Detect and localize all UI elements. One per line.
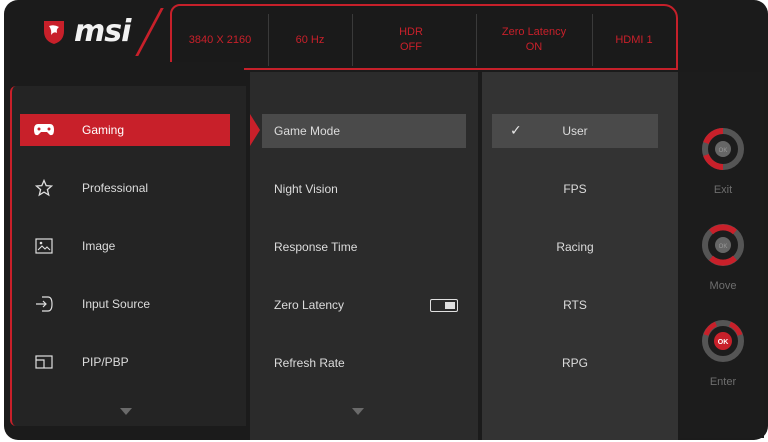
- option-item-label: User: [562, 124, 588, 138]
- brand-name: msi: [74, 13, 131, 49]
- submenu-item-zero-latency[interactable]: Zero Latency: [262, 288, 466, 322]
- joystick-center-label: OK: [718, 339, 729, 346]
- joystick-enter-icon: OK: [702, 320, 744, 362]
- sidebar-item-label: Input Source: [82, 297, 151, 311]
- status-hdr-value: OFF: [400, 41, 422, 53]
- sidebar-scroll-down-icon[interactable]: [120, 408, 132, 415]
- checkmark-icon: ✓: [510, 122, 522, 138]
- status-separator: [352, 14, 353, 66]
- image-icon: [30, 238, 58, 254]
- status-zero-latency: Zero Latency ON: [478, 18, 590, 62]
- status-separator: [592, 14, 593, 66]
- active-indicator: [250, 114, 260, 146]
- sidebar-item-label: Image: [82, 239, 116, 253]
- submenu-item-label: Zero Latency: [274, 298, 345, 312]
- submenu-item-label: Response Time: [274, 240, 358, 254]
- sidebar-item-label: Gaming: [82, 123, 125, 137]
- status-separator: [268, 14, 269, 66]
- submenu-item-game-mode[interactable]: Game Mode: [262, 114, 466, 148]
- option-item-rts[interactable]: RTS: [492, 288, 658, 322]
- status-resolution: 3840 X 2160: [176, 18, 264, 62]
- option-item-rpg[interactable]: RPG: [492, 346, 658, 380]
- star-icon: [30, 179, 58, 197]
- status-refresh-rate-text: 60 Hz: [295, 33, 325, 46]
- input-icon: [30, 295, 58, 313]
- submenu-item-label: Game Mode: [274, 124, 341, 138]
- submenu-scroll-down-icon[interactable]: [352, 408, 364, 415]
- status-hdr-label: HDR: [399, 26, 423, 38]
- zero-latency-toggle[interactable]: [430, 299, 458, 312]
- sidebar-item-label: PIP/PBP: [82, 355, 129, 369]
- status-hdr: HDR OFF: [354, 18, 468, 62]
- status-zero-latency-value: ON: [525, 41, 543, 53]
- sidebar-item-professional[interactable]: Professional: [20, 172, 230, 204]
- status-zero-latency-label: Zero Latency: [501, 26, 567, 38]
- status-refresh-rate: 60 Hz: [270, 18, 350, 62]
- joystick-move-icon: OK: [702, 224, 744, 266]
- submenu-item-label: Refresh Rate: [274, 356, 345, 370]
- pip-icon: [30, 354, 58, 370]
- status-resolution-text: 3840 X 2160: [188, 33, 252, 46]
- option-item-label: FPS: [563, 182, 587, 196]
- status-input-text: HDMI 1: [615, 33, 653, 46]
- sidebar-item-gaming[interactable]: Gaming: [20, 114, 260, 146]
- option-item-label: RPG: [561, 356, 588, 370]
- joystick-center-label: OK: [719, 148, 728, 154]
- joystick-exit-icon: OK: [702, 128, 744, 170]
- sidebar-item-pip-pbp[interactable]: PIP/PBP: [20, 346, 230, 378]
- submenu-item-label: Night Vision: [274, 182, 338, 196]
- sidebar-item-label: Professional: [82, 181, 149, 195]
- submenu-item-refresh-rate[interactable]: Refresh Rate: [262, 346, 466, 380]
- joystick-center-label: OK: [719, 244, 728, 250]
- option-item-label: RTS: [563, 298, 587, 312]
- sidebar-item-input-source[interactable]: Input Source: [20, 288, 230, 320]
- brand-logo: msi: [18, 6, 178, 56]
- joystick-enter-label: Enter: [709, 376, 737, 388]
- option-item-label: Racing: [556, 240, 594, 254]
- status-separator: [476, 14, 477, 66]
- option-item-fps[interactable]: FPS: [492, 172, 658, 206]
- monitor-osd: msi 3840 X 2160 60 Hz HDR OFF Zero Laten…: [0, 0, 768, 442]
- dragon-shield-icon: [44, 21, 64, 44]
- joystick-exit-label: Exit: [713, 184, 733, 196]
- joystick-move-label: Move: [709, 280, 737, 292]
- option-item-racing[interactable]: Racing: [492, 230, 658, 264]
- status-input: HDMI 1: [594, 18, 674, 62]
- gamepad-icon: [30, 123, 58, 137]
- option-item-user[interactable]: ✓ User: [492, 114, 658, 148]
- submenu-item-response-time[interactable]: Response Time: [262, 230, 466, 264]
- submenu-item-night-vision[interactable]: Night Vision: [262, 172, 466, 206]
- sidebar-item-image[interactable]: Image: [20, 230, 230, 262]
- sidebar-header-gap: [12, 62, 244, 86]
- status-bar: 3840 X 2160 60 Hz HDR OFF Zero Latency O…: [170, 4, 678, 70]
